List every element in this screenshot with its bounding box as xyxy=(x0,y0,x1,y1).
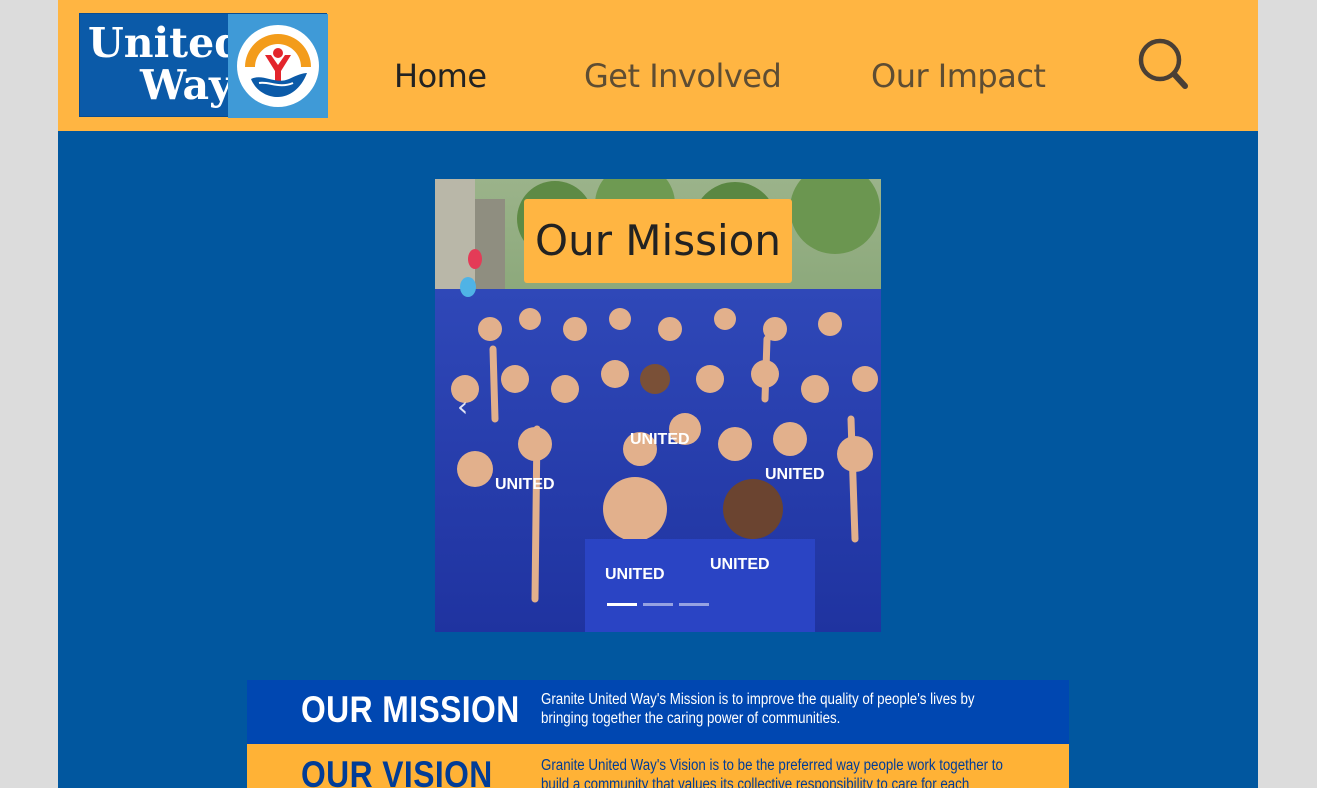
carousel-caption-text: Our Mission xyxy=(535,216,781,265)
mission-vision-banner: OUR MISSION Granite United Way's Mission… xyxy=(247,680,1069,788)
hero-carousel[interactable]: UNITED UNITED UNITED UNITED UNITED Our M… xyxy=(435,179,881,632)
vision-band: OUR VISION Granite United Way's Vision i… xyxy=(247,744,1069,788)
svg-text:UNITED: UNITED xyxy=(765,466,825,483)
carousel-indicator-3[interactable] xyxy=(679,603,709,606)
mission-heading: OUR MISSION xyxy=(301,689,520,730)
united-way-logo[interactable]: United Way xyxy=(79,13,328,118)
logo-wordmark: United Way xyxy=(88,22,243,106)
svg-text:UNITED: UNITED xyxy=(605,566,665,583)
carousel-indicators xyxy=(607,603,709,607)
site-header: United Way Home Get Involved Our Impact xyxy=(58,0,1258,131)
nav-home[interactable]: Home xyxy=(394,52,487,100)
search-button[interactable] xyxy=(1138,38,1190,92)
svg-text:UNITED: UNITED xyxy=(630,431,690,448)
svg-text:UNITED: UNITED xyxy=(495,476,555,493)
nav-get-involved[interactable]: Get Involved xyxy=(584,52,782,100)
carousel-indicator-2[interactable] xyxy=(643,603,673,606)
vision-text: Granite United Way's Vision is to be the… xyxy=(541,757,1003,788)
logo-emblem-icon xyxy=(228,14,328,118)
mission-text: Granite United Way's Mission is to impro… xyxy=(541,691,975,727)
vision-heading: OUR VISION xyxy=(301,754,493,788)
logo-line-1: United xyxy=(88,19,243,67)
mission-band: OUR MISSION Granite United Way's Mission… xyxy=(247,680,1069,744)
carousel-caption: Our Mission xyxy=(524,199,792,283)
nav-our-impact[interactable]: Our Impact xyxy=(871,52,1046,100)
svg-text:UNITED: UNITED xyxy=(710,556,770,573)
carousel-indicator-1[interactable] xyxy=(607,603,637,606)
chevron-left-icon[interactable]: ‹ xyxy=(457,393,468,421)
search-icon xyxy=(1138,38,1188,89)
page: United Way Home Get Involved Our Impact xyxy=(58,0,1258,788)
logo-line-2: Way xyxy=(140,61,233,109)
